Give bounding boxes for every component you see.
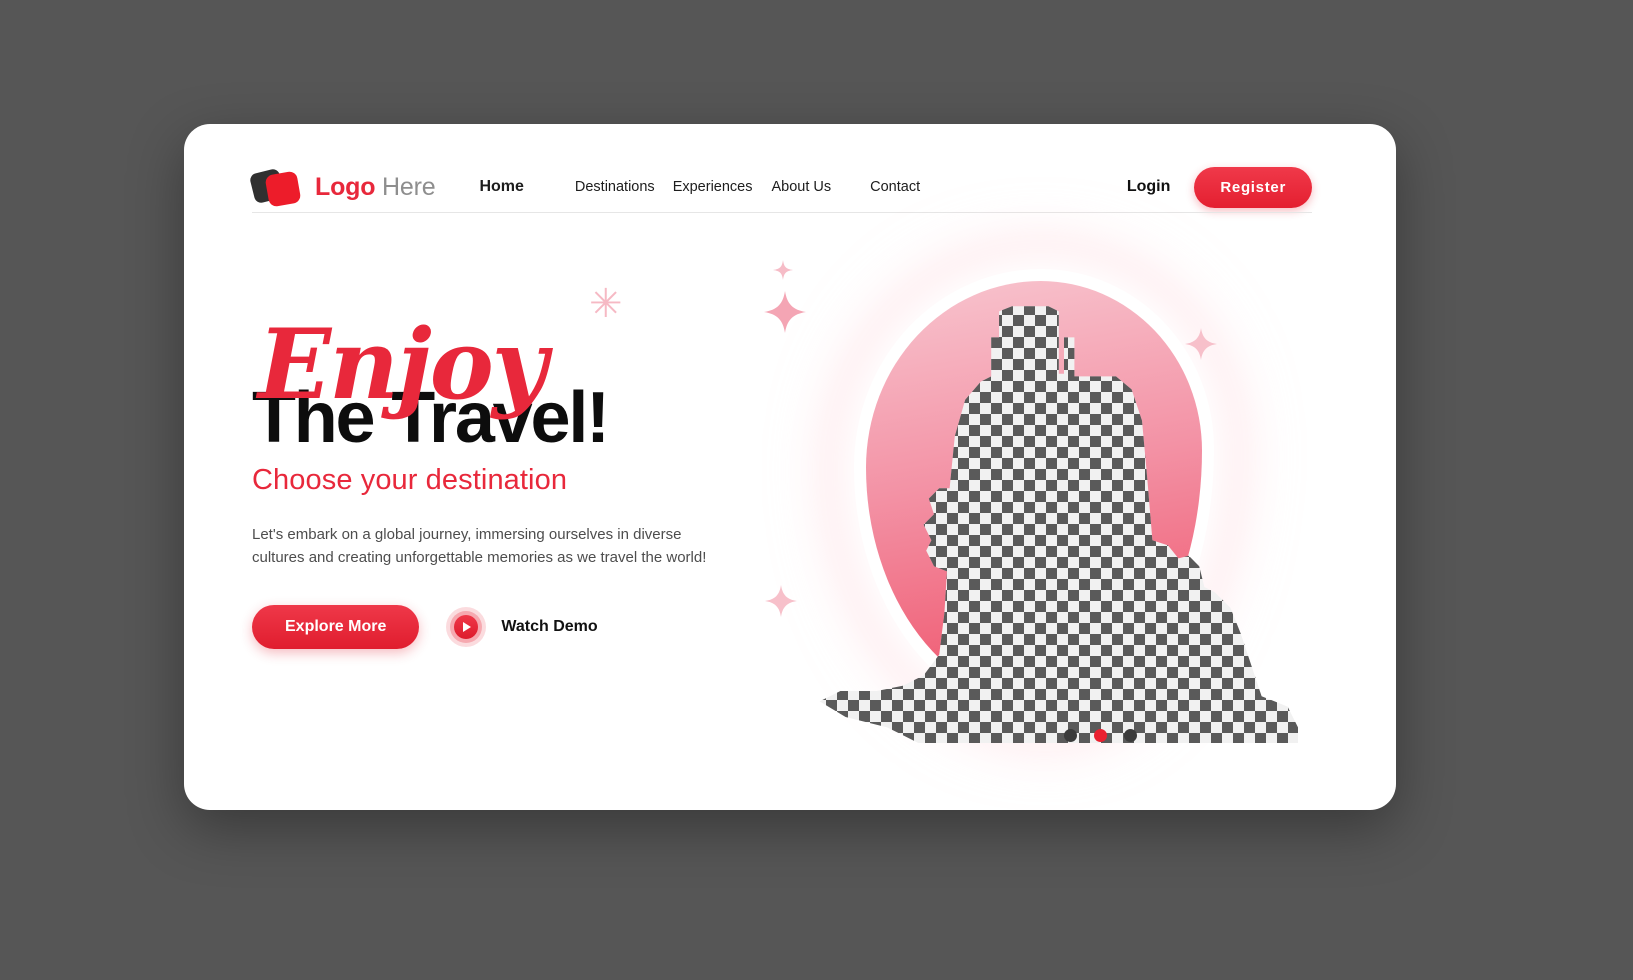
- nav-divider: [252, 212, 1312, 213]
- nav-links: Home Destinations Experiences About Us C…: [479, 178, 920, 196]
- nav-actions: Login Register: [1127, 166, 1312, 208]
- logo-squares-icon: [248, 167, 304, 208]
- nav-item-contact[interactable]: Contact: [870, 179, 920, 195]
- sparkle-icon: [764, 584, 798, 618]
- nav-item-about-us[interactable]: About Us: [771, 179, 831, 195]
- brand-name-bold: Logo: [315, 172, 376, 201]
- hero-cta-row: Explore More Watch Demo: [252, 605, 752, 650]
- hero-headline-script: Enjoy: [258, 308, 548, 421]
- nav-item-home[interactable]: Home: [479, 178, 523, 196]
- asterisk-decoration-icon: ✳: [589, 282, 623, 326]
- brand-name-light: Here: [375, 172, 436, 201]
- sparkle-icon: [772, 259, 794, 281]
- carousel-dot-1[interactable]: [1064, 729, 1077, 742]
- sparkle-icon: [762, 289, 808, 335]
- landing-page-card: Logo Here Home Destinations Experiences …: [184, 124, 1396, 810]
- login-button[interactable]: Login: [1127, 178, 1171, 196]
- brand-logo[interactable]: Logo Here: [248, 167, 436, 208]
- hero-subtitle: Choose your destination: [252, 463, 568, 496]
- hero-text-block: Enjoy The Travel! Choose your destinatio…: [252, 308, 752, 650]
- watch-demo-link[interactable]: Watch Demo: [446, 607, 598, 648]
- nav-item-destinations[interactable]: Destinations: [575, 179, 655, 195]
- carousel-dots: [1064, 729, 1137, 742]
- explore-more-button[interactable]: Explore More: [252, 605, 420, 650]
- sparkle-icon: [1184, 327, 1218, 361]
- carousel-dot-3[interactable]: [1124, 729, 1137, 742]
- nav-item-experiences[interactable]: Experiences: [673, 179, 753, 195]
- play-icon[interactable]: [446, 607, 487, 648]
- carousel-dot-2[interactable]: [1094, 729, 1107, 742]
- hero-body-text: Let's embark on a global journey, immers…: [252, 525, 707, 566]
- hero-illustration: [764, 249, 1324, 769]
- brand-name: Logo Here: [315, 172, 436, 202]
- watch-demo-label: Watch Demo: [501, 618, 598, 636]
- register-button[interactable]: Register: [1194, 166, 1312, 208]
